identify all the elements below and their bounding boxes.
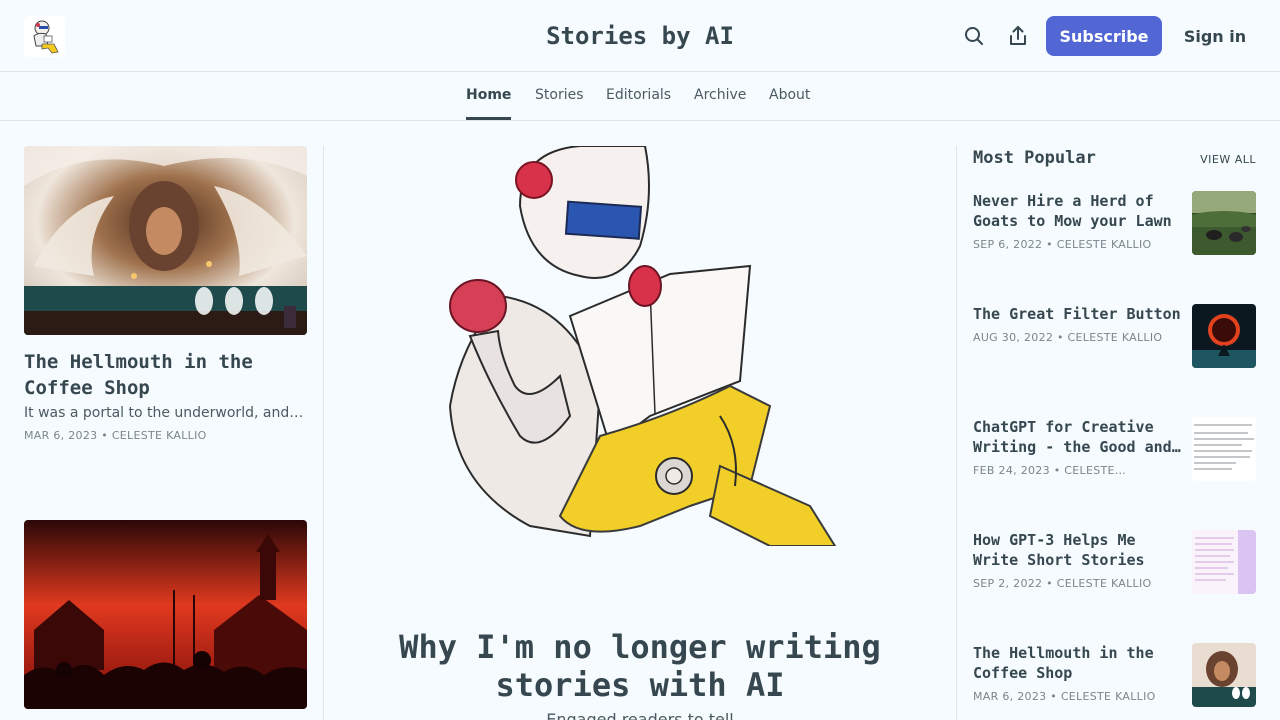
popular-item[interactable]: The Hellmouth in the Coffee Shop MAR 6, … [973, 643, 1256, 707]
sign-in-button[interactable]: Sign in [1176, 16, 1254, 56]
post-image-hellmouth[interactable] [24, 146, 307, 335]
tab-home[interactable]: Home [466, 87, 512, 120]
main-nav: Home Stories Editorials Archive About [0, 72, 1280, 121]
share-icon[interactable] [1006, 24, 1030, 48]
post-card[interactable] [24, 520, 307, 709]
popular-item-title[interactable]: The Hellmouth in the Coffee Shop [973, 643, 1183, 683]
featured-post-subtitle: Engaged readers to tell [546, 710, 734, 720]
tab-stories[interactable]: Stories [535, 87, 584, 120]
tab-archive[interactable]: Archive [694, 87, 746, 120]
left-post-column: The Hellmouth in the Coffee Shop It was … [24, 146, 307, 709]
column-divider [323, 146, 324, 720]
popular-item-title[interactable]: How GPT-3 Helps Me Write Short Stories [973, 530, 1183, 570]
popular-item[interactable]: ChatGPT for Creative Writing - the Good … [973, 417, 1256, 481]
subscribe-button[interactable]: Subscribe [1046, 16, 1162, 56]
popular-item[interactable]: How GPT-3 Helps Me Write Short Stories S… [973, 530, 1256, 594]
most-popular-heading: Most Popular [973, 148, 1096, 168]
post-title[interactable]: The Hellmouth in the Coffee Shop [24, 349, 307, 401]
site-header: Stories by AI Subscribe Sign in [0, 0, 1280, 72]
popular-thumb-goats[interactable] [1192, 191, 1256, 255]
popular-item-title[interactable]: Never Hire a Herd of Goats to Mow your L… [973, 191, 1183, 231]
search-icon[interactable] [962, 24, 986, 48]
post-meta: MAR 6, 2023 • CELESTE KALLIO [24, 429, 207, 442]
popular-item-title[interactable]: ChatGPT for Creative Writing - the Good … [973, 417, 1183, 457]
popular-item-meta: SEP 6, 2022 • CELESTE KALLIO [973, 238, 1152, 251]
post-subtitle: It was a portal to the underworld, and… [24, 405, 304, 421]
tab-about[interactable]: About [769, 87, 810, 120]
popular-item-meta: MAR 6, 2023 • CELESTE KALLIO [973, 690, 1156, 703]
popular-thumb-text-screenshot[interactable] [1192, 417, 1256, 481]
popular-item[interactable]: The Great Filter Button AUG 30, 2022 • C… [973, 304, 1256, 368]
featured-image-robot-reading[interactable] [440, 146, 840, 546]
post-card[interactable]: The Hellmouth in the Coffee Shop It was … [24, 146, 307, 442]
post-image-crowd[interactable] [24, 520, 307, 709]
popular-item-meta: FEB 24, 2023 • CELESTE… [973, 464, 1127, 477]
view-all-link[interactable]: VIEW ALL [1190, 153, 1256, 166]
popular-thumb-eclipse[interactable] [1192, 304, 1256, 368]
popular-item-meta: SEP 2, 2022 • CELESTE KALLIO [973, 577, 1152, 590]
popular-thumb-editor-screenshot[interactable] [1192, 530, 1256, 594]
tab-editorials[interactable]: Editorials [606, 87, 671, 120]
popular-item[interactable]: Never Hire a Herd of Goats to Mow your L… [973, 191, 1256, 255]
popular-thumb-hellmouth[interactable] [1192, 643, 1256, 707]
featured-post-title[interactable]: Why I'm no longer writing stories with A… [340, 628, 940, 704]
column-divider [956, 146, 957, 720]
popular-item-meta: AUG 30, 2022 • CELESTE KALLIO [973, 331, 1163, 344]
popular-item-title[interactable]: The Great Filter Button [973, 304, 1183, 324]
